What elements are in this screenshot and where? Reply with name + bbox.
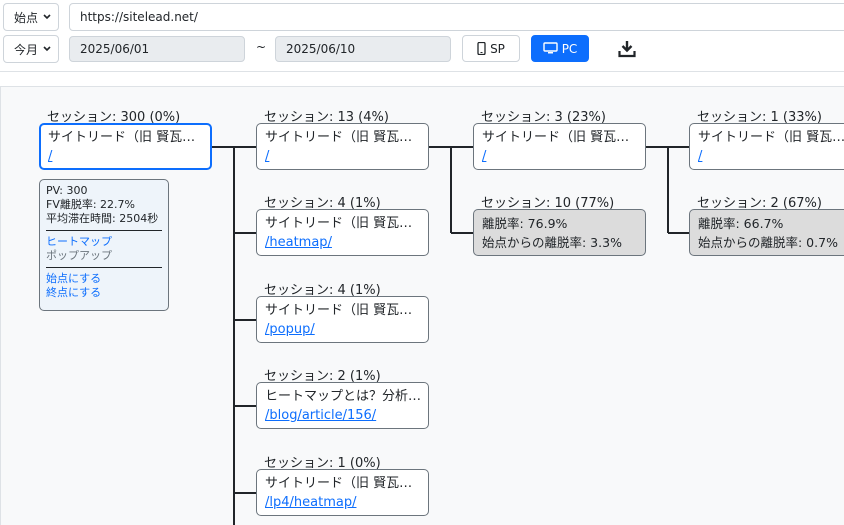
date-to-input[interactable]: 2025/06/10 bbox=[275, 36, 451, 62]
node-link[interactable]: / bbox=[265, 149, 269, 164]
heatmap-link[interactable]: ヒートマップ bbox=[46, 235, 162, 249]
avg-time-stat: 平均滞在時間: 2504秒 bbox=[46, 212, 159, 225]
date-to-value: 2025/06/10 bbox=[286, 42, 356, 56]
node-title: ヒートマップとは？分析… bbox=[265, 389, 420, 404]
mode-select[interactable]: 始点 bbox=[3, 3, 59, 31]
url-value: https://sitelead.net/ bbox=[80, 10, 198, 24]
flow-node[interactable]: サイトリード（旧 賢瓦… /popup/ bbox=[256, 296, 429, 343]
flow-node[interactable]: ヒートマップとは？分析… /blog/article/156/ bbox=[256, 382, 429, 429]
fv-exit-stat: FV離脱率: 22.7% bbox=[46, 198, 135, 211]
sp-button-label: SP bbox=[490, 41, 505, 56]
period-select-value: 今月 bbox=[14, 42, 39, 57]
url-input[interactable]: https://sitelead.net/ bbox=[69, 3, 844, 31]
popup-link: ポップアップ bbox=[46, 249, 112, 262]
set-start-link[interactable]: 始点にする bbox=[46, 272, 162, 286]
pc-button-label: PC bbox=[561, 41, 578, 56]
node-title: サイトリード（旧 賢瓦… bbox=[482, 130, 630, 145]
chevron-down-icon bbox=[43, 14, 51, 20]
node-link[interactable]: /popup/ bbox=[265, 322, 315, 337]
node-title: サイトリード（旧 賢瓦… bbox=[265, 216, 413, 231]
date-from-input[interactable]: 2025/06/01 bbox=[69, 36, 245, 62]
exit-rate: 離脱率: 76.9% bbox=[482, 216, 568, 231]
flow-node[interactable]: サイトリード（旧 賢瓦… / bbox=[256, 123, 429, 170]
node-link[interactable]: / bbox=[482, 149, 486, 164]
node-link[interactable]: /blog/article/156/ bbox=[265, 408, 376, 423]
smartphone-icon bbox=[477, 42, 486, 55]
toolbar: 始点 https://sitelead.net/ 今月 2025/06/01 ~… bbox=[0, 0, 844, 72]
chevron-down-icon bbox=[43, 46, 51, 52]
mode-select-value: 始点 bbox=[14, 10, 39, 25]
download-icon[interactable] bbox=[618, 40, 636, 58]
flow-node[interactable]: サイトリード（旧 賢瓦… / bbox=[473, 123, 646, 170]
exit-rate-from-start: 始点からの離脱率: 0.7% bbox=[698, 235, 838, 250]
node-title: サイトリード（旧 賢瓦… bbox=[265, 130, 413, 145]
node-title: サイトリード（旧 賢瓦… bbox=[698, 130, 844, 145]
desktop-icon bbox=[542, 42, 558, 54]
flow-node[interactable]: サイトリード（旧 賢瓦… /lp4/heatmap/ bbox=[256, 469, 429, 516]
sp-button[interactable]: SP bbox=[462, 35, 520, 62]
flow-node[interactable]: サイトリード（旧 賢瓦… /heatmap/ bbox=[256, 209, 429, 256]
pv-stat: PV: 300 bbox=[46, 184, 88, 197]
exit-rate-from-start: 始点からの離脱率: 3.3% bbox=[482, 235, 622, 250]
exit-node: 離脱率: 66.7% 始点からの離脱率: 0.7% bbox=[689, 209, 844, 256]
exit-rate: 離脱率: 66.7% bbox=[698, 216, 784, 231]
node-link[interactable]: / bbox=[698, 149, 702, 164]
period-select[interactable]: 今月 bbox=[3, 35, 59, 63]
pc-button[interactable]: PC bbox=[531, 35, 589, 62]
flow-canvas[interactable]: セッション: 300 (0%) サイトリード（旧 賢瓦… / PV: 300 F… bbox=[0, 86, 844, 525]
divider bbox=[46, 230, 162, 231]
node-title: サイトリード（旧 賢瓦… bbox=[265, 476, 413, 491]
date-separator: ~ bbox=[256, 40, 267, 54]
date-from-value: 2025/06/01 bbox=[80, 42, 150, 56]
divider bbox=[46, 267, 162, 268]
node-title: サイトリード（旧 賢瓦… bbox=[48, 130, 196, 145]
set-end-link[interactable]: 終点にする bbox=[46, 286, 162, 300]
node-link[interactable]: / bbox=[48, 149, 52, 164]
node-info-panel: PV: 300 FV離脱率: 22.7% 平均滞在時間: 2504秒 ヒートマッ… bbox=[39, 179, 169, 311]
exit-node: 離脱率: 76.9% 始点からの離脱率: 3.3% bbox=[473, 209, 646, 256]
node-link[interactable]: /lp4/heatmap/ bbox=[265, 495, 356, 510]
flow-node[interactable]: サイトリード（旧 賢瓦… / bbox=[689, 123, 844, 170]
node-title: サイトリード（旧 賢瓦… bbox=[265, 303, 413, 318]
node-link[interactable]: /heatmap/ bbox=[265, 235, 332, 250]
root-node[interactable]: サイトリード（旧 賢瓦… / bbox=[39, 123, 212, 170]
